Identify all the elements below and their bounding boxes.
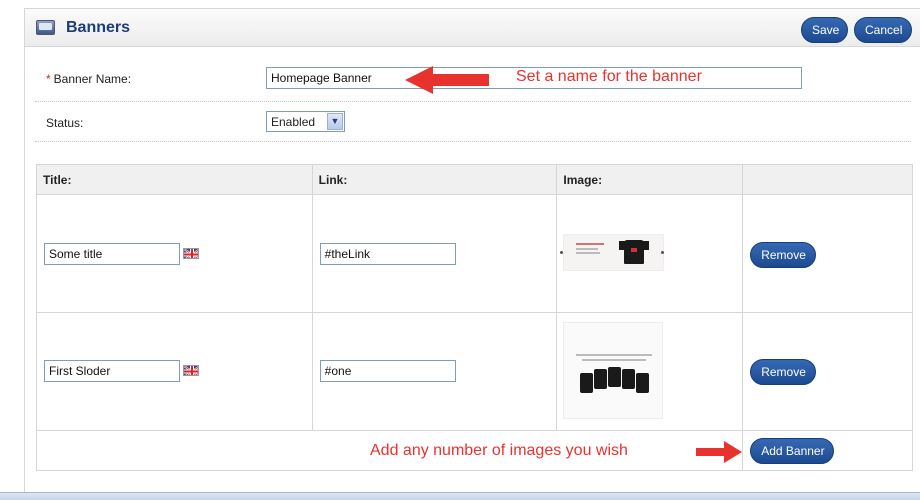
divider: [35, 101, 911, 102]
banner-title-value: First Sloder: [49, 363, 111, 378]
banner-name-label: * Banner Name:: [46, 72, 131, 86]
banners-panel: Banners Save Cancel * Banner Name: Homepa…: [24, 8, 920, 492]
image-cell: [556, 312, 744, 431]
status-value: Enabled: [271, 115, 316, 129]
window-scrollbar[interactable]: [0, 492, 920, 500]
chevron-down-icon[interactable]: ▼: [327, 113, 343, 130]
arrow-right-icon: [696, 441, 742, 463]
banner-name-value: Homepage Banner: [271, 71, 372, 85]
banner-title-input[interactable]: First Sloder: [44, 359, 180, 382]
actions-cell: Remove: [742, 312, 913, 431]
column-header-actions: [742, 164, 913, 195]
table-row: First Sloder #one Remove: [36, 312, 913, 431]
banner-name-label-text: Banner Name:: [53, 72, 132, 86]
column-header-image: Image:: [556, 164, 744, 195]
remove-button[interactable]: Remove: [750, 358, 817, 385]
page-title: Banners: [66, 19, 131, 36]
status-label: Status:: [46, 116, 84, 130]
banner-thumbnail[interactable]: [563, 233, 665, 271]
divider: [35, 141, 911, 142]
status-select[interactable]: Enabled ▼: [266, 111, 345, 132]
column-header-title: Title:: [36, 164, 313, 195]
banner-link-value: #one: [324, 363, 352, 378]
banner-table: Title: Link: Image: Some title #theLink …: [35, 164, 913, 471]
add-banner-button[interactable]: Add Banner: [750, 437, 835, 464]
remove-button[interactable]: Remove: [750, 241, 817, 268]
banner-link-input[interactable]: #theLink: [319, 242, 456, 265]
uk-flag-icon[interactable]: [183, 247, 199, 259]
actions-cell: Remove: [742, 194, 913, 313]
column-header-link: Link:: [311, 164, 558, 195]
table-header-row: Title: Link: Image:: [36, 164, 913, 195]
add-cell: Add Banner: [742, 430, 913, 471]
image-cell: [556, 194, 744, 313]
name-hint-annotation: Set a name for the banner: [516, 68, 702, 85]
banner-thumbnail[interactable]: [563, 321, 664, 419]
monitor-icon: [36, 20, 55, 35]
link-cell: #one: [311, 312, 558, 431]
table-row: Some title #theLink Remove: [36, 194, 913, 313]
add-hint-annotation: Add any number of images you wish: [370, 442, 628, 459]
panel-header: Banners Save Cancel: [25, 9, 920, 47]
title-cell: Some title: [36, 194, 313, 313]
title-cell: First Sloder: [36, 312, 313, 431]
uk-flag-icon[interactable]: [183, 364, 199, 376]
required-mark: *: [46, 72, 51, 86]
arrow-left-icon: [405, 66, 489, 94]
banner-link-input[interactable]: #one: [319, 359, 456, 382]
link-cell: #theLink: [311, 194, 558, 313]
save-button[interactable]: Save: [801, 17, 848, 43]
cancel-button[interactable]: Cancel: [854, 17, 912, 43]
banner-title-input[interactable]: Some title: [44, 242, 180, 265]
banner-link-value: #theLink: [324, 246, 371, 261]
banner-title-value: Some title: [49, 246, 103, 261]
